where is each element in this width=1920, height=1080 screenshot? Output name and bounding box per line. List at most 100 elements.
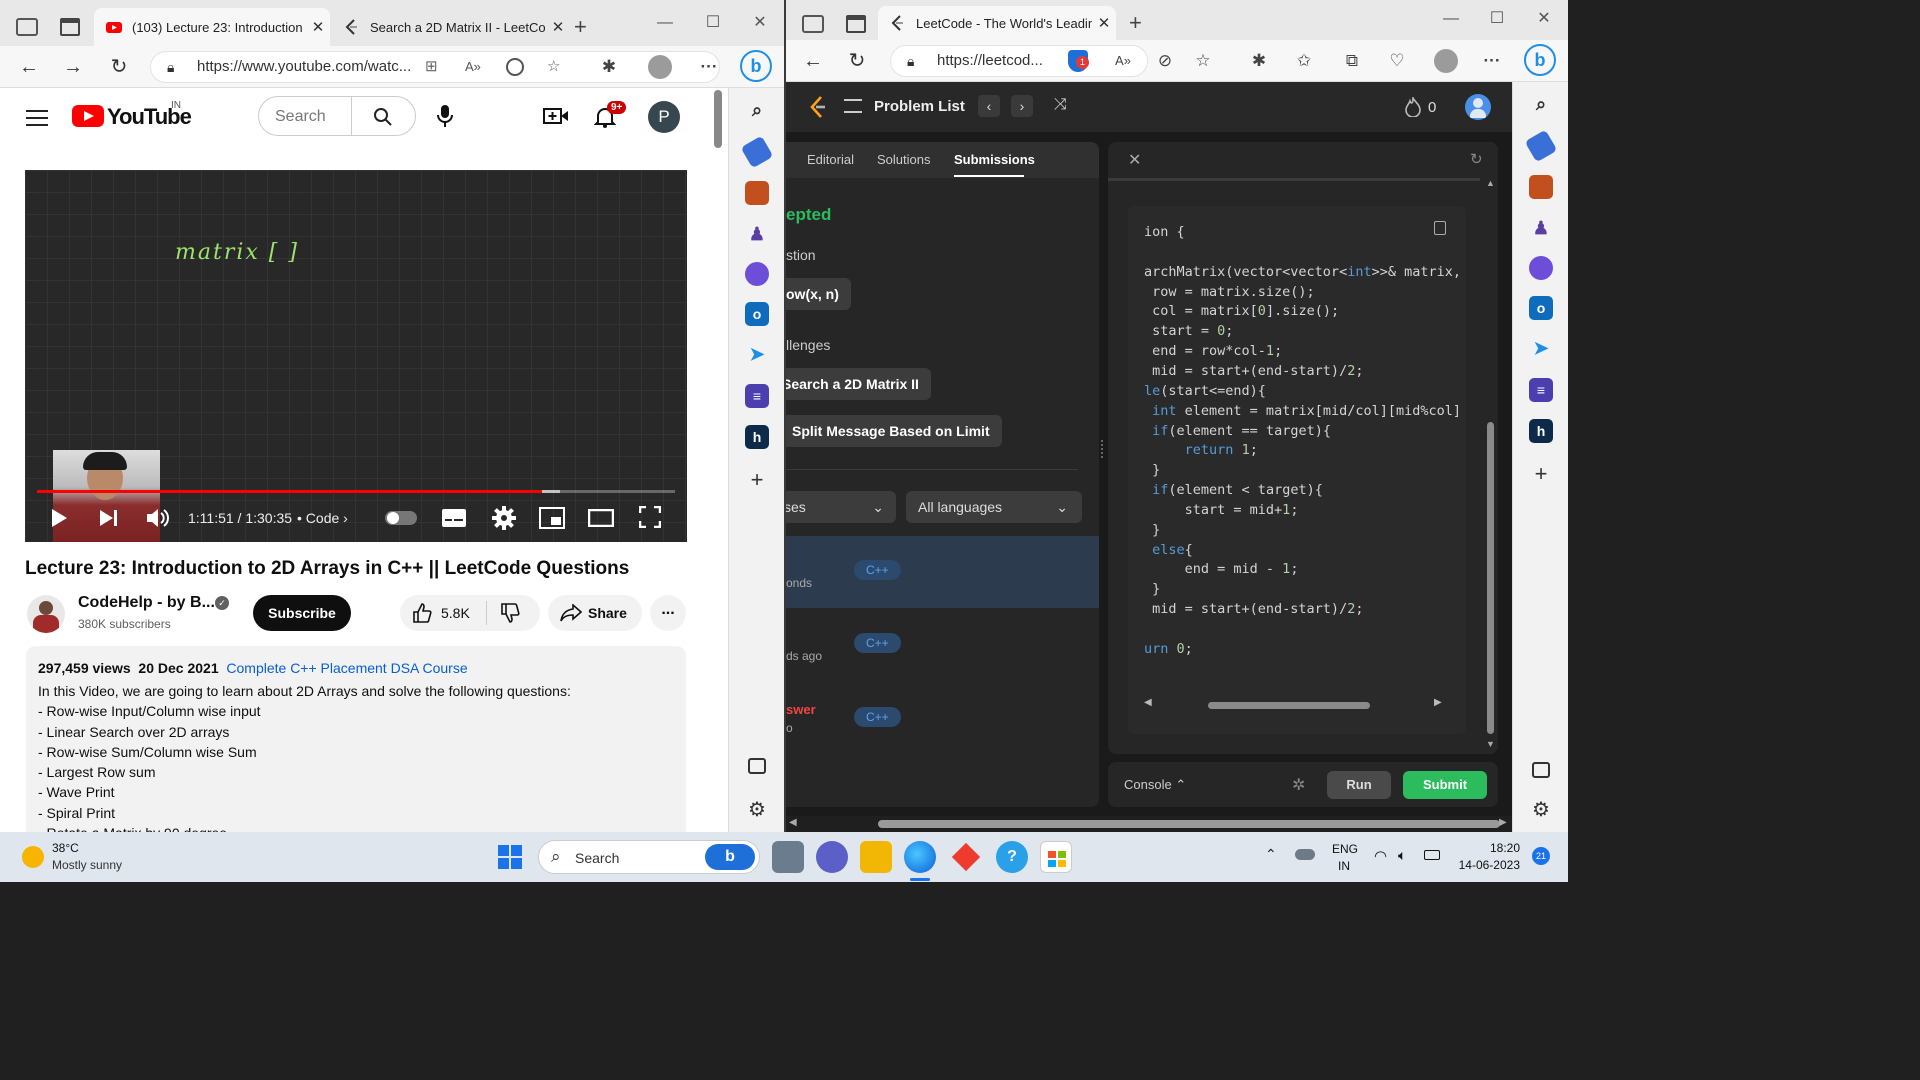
close-window-icon[interactable]: ✕ bbox=[1529, 6, 1559, 32]
anydesk-icon[interactable] bbox=[950, 841, 982, 873]
prev-problem-icon[interactable]: ‹ bbox=[978, 95, 1000, 117]
tools-briefcase-icon[interactable] bbox=[745, 181, 769, 205]
back-icon[interactable]: ← bbox=[14, 52, 44, 82]
tab-actions-icon[interactable] bbox=[60, 18, 80, 36]
microphone-icon[interactable] bbox=[436, 104, 454, 128]
submit-button[interactable]: Submit bbox=[1403, 771, 1487, 799]
read-aloud-icon[interactable]: A» bbox=[1110, 48, 1136, 74]
workspaces-icon[interactable] bbox=[802, 15, 824, 33]
tab-actions-icon[interactable] bbox=[846, 15, 866, 33]
tab-editorial[interactable]: Editorial bbox=[807, 152, 854, 167]
tracking-prevention-icon[interactable] bbox=[506, 58, 524, 76]
adblock-shield-icon[interactable]: 1 bbox=[1068, 50, 1089, 72]
scroll-left-icon[interactable]: ◀ bbox=[789, 817, 797, 828]
scroll-down-icon[interactable]: ▼ bbox=[1486, 739, 1495, 749]
submission-row[interactable]: ds ago C++ bbox=[786, 608, 1099, 680]
chip-pow[interactable]: ow(x, n) bbox=[786, 278, 851, 310]
sidebar-search-icon[interactable]: ⌕ bbox=[745, 98, 769, 122]
debug-bug-icon[interactable]: ✲ bbox=[1292, 775, 1305, 795]
onedrive-cloud-icon[interactable] bbox=[1295, 849, 1315, 860]
user-avatar[interactable] bbox=[1465, 94, 1491, 120]
course-link[interactable]: Complete C++ Placement DSA Course bbox=[226, 660, 467, 676]
edge-browser-icon[interactable] bbox=[904, 841, 936, 873]
lang-bottom[interactable]: IN bbox=[1332, 859, 1356, 873]
back-icon[interactable]: ← bbox=[798, 46, 828, 76]
run-button[interactable]: Run bbox=[1327, 771, 1391, 799]
tab-leetcode[interactable]: Search a 2D Matrix II - LeetCode ✕ bbox=[332, 8, 570, 46]
clock-time[interactable]: 18:20 bbox=[1488, 841, 1520, 855]
maximize-icon[interactable]: ☐ bbox=[1482, 6, 1512, 32]
chapter-label[interactable]: • Code › bbox=[297, 510, 348, 526]
theater-mode-icon[interactable] bbox=[588, 509, 614, 527]
search-icon[interactable] bbox=[373, 107, 393, 127]
subtitles-icon[interactable] bbox=[441, 508, 467, 528]
channel-name[interactable]: CodeHelp - by B... bbox=[78, 594, 215, 612]
close-window-icon[interactable]: ✕ bbox=[745, 10, 775, 36]
video-player[interactable]: matrix [ ] 1:11:51 / 1:30:35 • Code › bbox=[25, 170, 687, 542]
bing-copilot-icon[interactable]: b bbox=[1524, 44, 1556, 76]
list-app-icon[interactable]: ≡ bbox=[1529, 378, 1553, 402]
language-filter[interactable]: All languages ⌄ bbox=[906, 491, 1082, 523]
sidebar-search-icon[interactable]: ⌕ bbox=[1529, 92, 1553, 116]
profile-icon[interactable] bbox=[1434, 49, 1458, 73]
url-field[interactable]: 🔒︎ https://www.youtube.com/watc... ⊞ A» … bbox=[150, 51, 720, 83]
workspaces-icon[interactable] bbox=[16, 18, 38, 36]
minimize-icon[interactable]: — bbox=[1436, 6, 1466, 32]
tab-submissions[interactable]: Submissions bbox=[954, 152, 1035, 167]
progress-track[interactable] bbox=[37, 490, 675, 493]
battery-icon[interactable] bbox=[1424, 850, 1440, 860]
chat-icon[interactable] bbox=[816, 841, 848, 873]
maximize-icon[interactable]: ☐ bbox=[698, 10, 728, 36]
subscribe-button[interactable]: Subscribe bbox=[253, 595, 351, 631]
fullscreen-icon[interactable] bbox=[639, 506, 661, 528]
bing-copilot-icon[interactable]: b bbox=[740, 50, 772, 82]
channel-avatar[interactable] bbox=[27, 595, 65, 633]
add-sidebar-app-icon[interactable]: + bbox=[1529, 462, 1553, 486]
next-video-icon[interactable] bbox=[99, 509, 119, 527]
hackerrank-h-icon[interactable]: h bbox=[1529, 419, 1553, 443]
microsoft365-icon[interactable] bbox=[1529, 256, 1553, 280]
favorite-star-icon[interactable]: ☆ bbox=[547, 52, 560, 82]
code-v-scrollbar[interactable]: ▲ ▼ bbox=[1484, 178, 1498, 754]
hide-sidebar-icon[interactable] bbox=[1532, 762, 1550, 778]
create-video-icon[interactable] bbox=[543, 106, 569, 126]
streak-flame-icon[interactable] bbox=[1404, 97, 1422, 117]
weather-sun-icon[interactable] bbox=[22, 846, 44, 868]
leetcode-logo-icon[interactable] bbox=[808, 95, 828, 119]
play-icon[interactable] bbox=[49, 508, 69, 528]
yt-search-box[interactable]: Search bbox=[258, 96, 416, 136]
extensions-icon[interactable]: ✱ bbox=[1246, 48, 1272, 74]
favorite-star-icon[interactable]: ☆ bbox=[1190, 48, 1216, 74]
outlook-icon[interactable]: o bbox=[1529, 296, 1553, 320]
volume-icon[interactable]: 🔈︎ bbox=[1398, 847, 1406, 864]
browser-essentials-icon[interactable]: ♡ bbox=[1384, 48, 1410, 74]
microsoft-store-icon[interactable] bbox=[1040, 841, 1072, 873]
lang-top[interactable]: ENG bbox=[1332, 842, 1358, 856]
autoplay-toggle[interactable] bbox=[385, 511, 417, 525]
hackerrank-h-icon[interactable]: h bbox=[745, 425, 769, 449]
shuffle-icon[interactable]: ⤨ bbox=[1054, 96, 1067, 114]
show-hidden-icons-icon[interactable]: ⌃ bbox=[1265, 846, 1277, 863]
taskbar-search[interactable]: ⌕ Search b bbox=[538, 840, 760, 874]
status-filter[interactable]: ses ⌄ bbox=[786, 491, 896, 523]
more-menu-icon[interactable]: ··· bbox=[696, 54, 722, 80]
profile-icon[interactable] bbox=[648, 55, 672, 79]
help-icon[interactable]: ? bbox=[996, 841, 1028, 873]
scroll-right-icon[interactable]: ▶ bbox=[1499, 817, 1507, 828]
file-explorer-icon[interactable] bbox=[860, 841, 892, 873]
notification-center-badge[interactable]: 21 bbox=[1532, 847, 1550, 865]
problem-list-icon[interactable] bbox=[844, 99, 862, 113]
send-telegram-icon[interactable]: ➤ bbox=[1529, 336, 1553, 360]
v-scroll-thumb[interactable] bbox=[1487, 422, 1494, 734]
collections-icon[interactable]: ⧉ bbox=[1339, 48, 1365, 74]
sidebar-settings-icon[interactable]: ⚙ bbox=[1529, 798, 1553, 822]
scroll-thumb[interactable] bbox=[1208, 702, 1370, 709]
thumbs-up-icon[interactable] bbox=[412, 603, 432, 623]
tab-leetcode[interactable]: LeetCode - The World's Leading ✕ bbox=[878, 6, 1116, 40]
wifi-icon[interactable]: ◠ bbox=[1374, 847, 1387, 865]
scroll-up-icon[interactable]: ▲ bbox=[1486, 178, 1495, 188]
miniplayer-icon[interactable] bbox=[539, 507, 565, 529]
chip-search-2d-matrix[interactable]: Search a 2D Matrix II bbox=[786, 368, 931, 400]
page-scrollbar[interactable] bbox=[714, 90, 722, 148]
games-chess-icon[interactable]: ♟ bbox=[745, 222, 769, 246]
